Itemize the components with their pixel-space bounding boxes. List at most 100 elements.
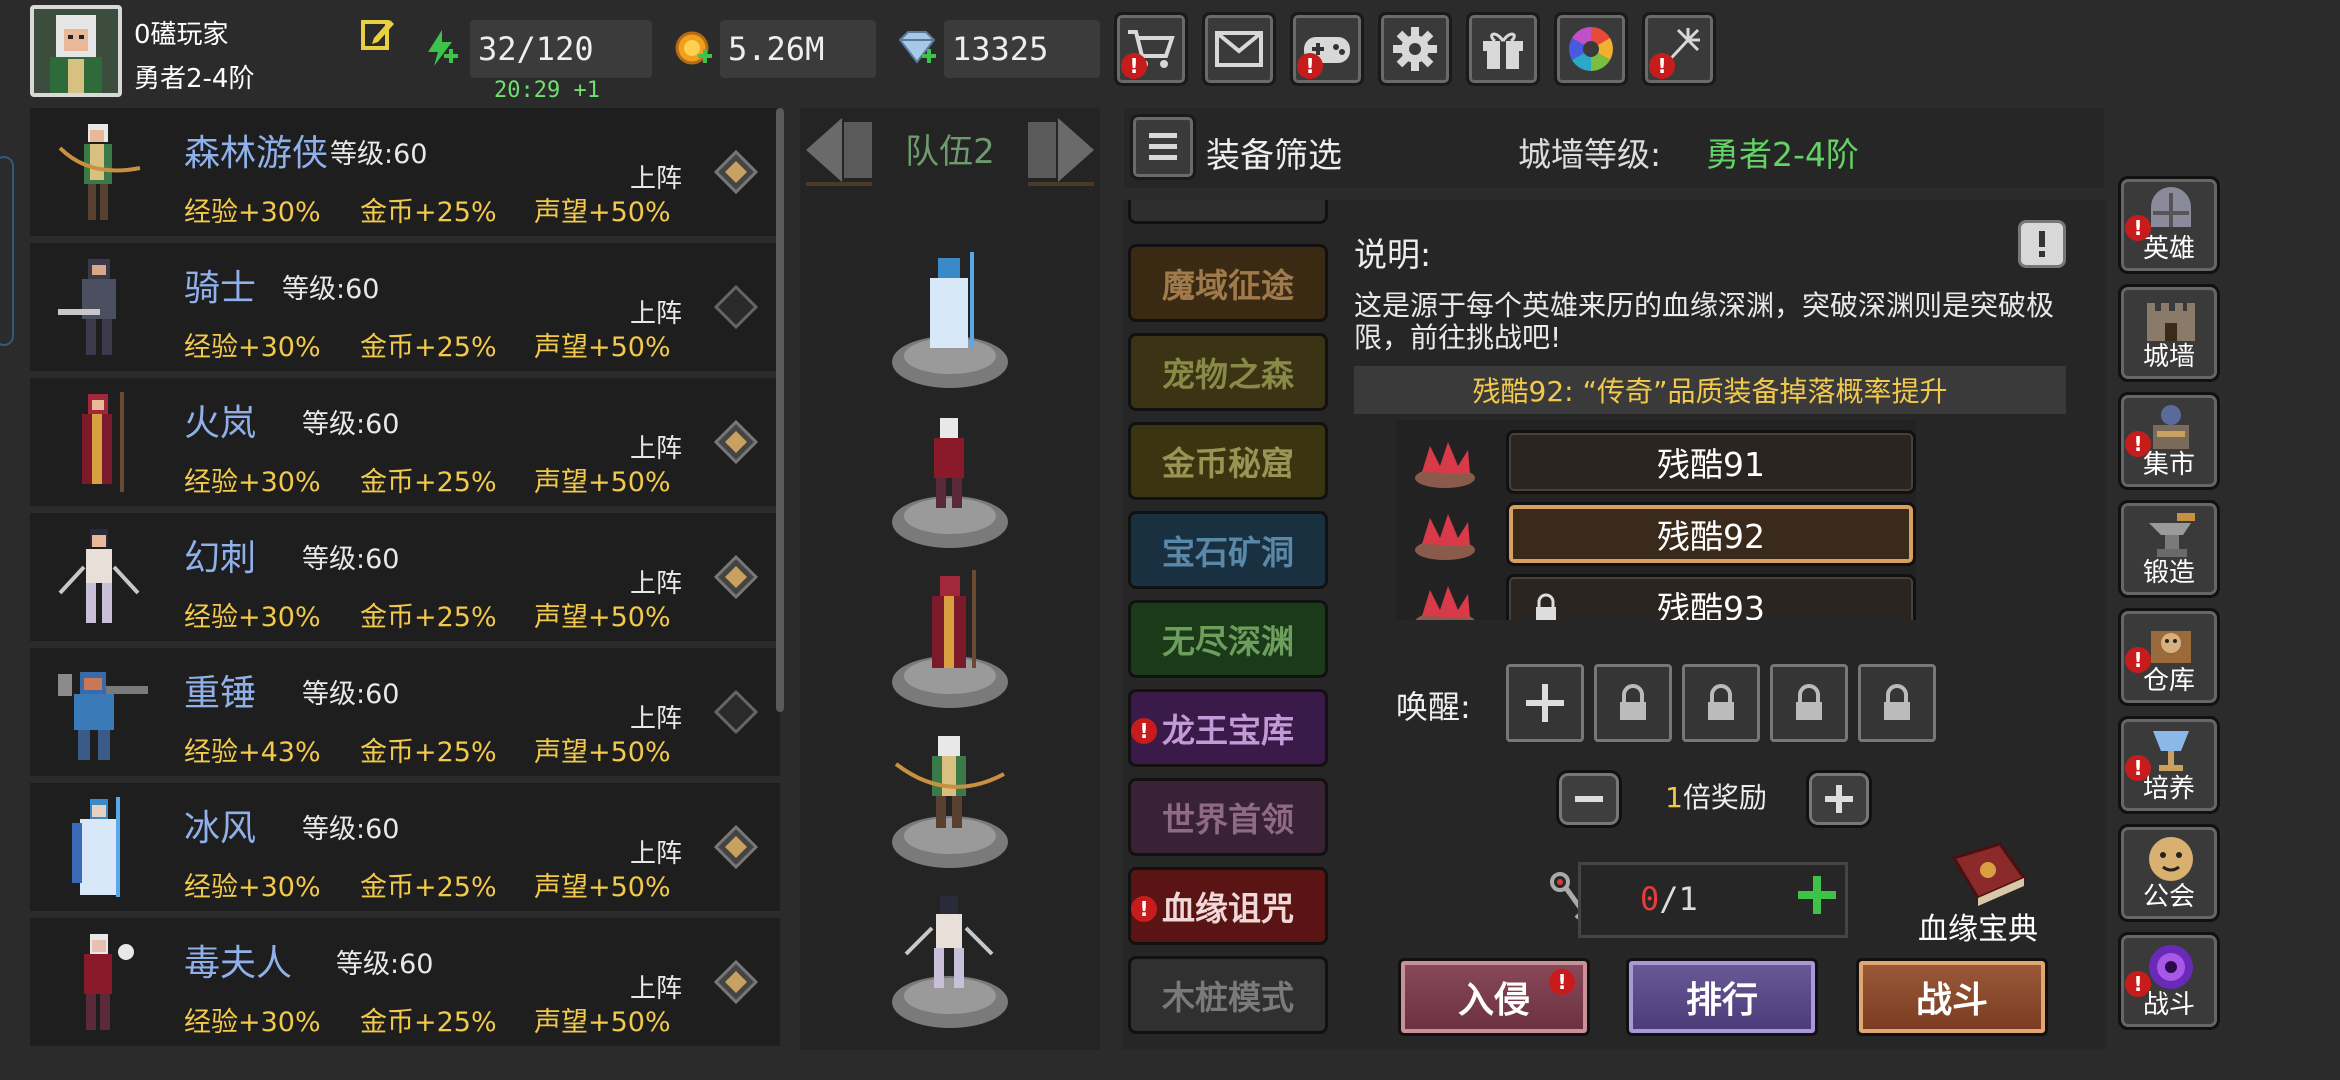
gift-button[interactable] xyxy=(1466,12,1540,86)
hero-row[interactable]: 毒夫人 等级:60 经验+30% 金币+25% 声望+50% 上阵 xyxy=(30,918,780,1046)
add-key-icon[interactable] xyxy=(1796,874,1838,916)
deploy-diamond-icon[interactable] xyxy=(714,825,758,869)
hero-row[interactable]: 森林游侠 等级:60 经验+30% 金币+25% 声望+50% 上阵 xyxy=(30,108,780,236)
hero-gold-bonus: 金币+25% xyxy=(360,602,497,633)
equipment-filter-button[interactable] xyxy=(1130,114,1196,180)
awaken-slot-locked[interactable] xyxy=(1682,664,1760,742)
hero-sprite-assassin xyxy=(58,529,140,623)
gem-plus-icon[interactable] xyxy=(896,28,936,68)
hero-row[interactable]: 火岚 等级:60 经验+30% 金币+25% 声望+50% 上阵 xyxy=(30,378,780,506)
hero-deploy-label: 上阵 xyxy=(630,434,683,464)
color-wheel-button[interactable] xyxy=(1554,12,1628,86)
hero-row[interactable]: 重锤 等级:60 经验+43% 金币+25% 声望+50% 上阵 xyxy=(30,648,780,776)
team-slot-ice-mage[interactable] xyxy=(888,244,1012,394)
awaken-slot-locked[interactable] xyxy=(1594,664,1672,742)
deploy-diamond-icon[interactable] xyxy=(714,690,758,734)
equipment-filter-label[interactable]: 装备筛选 xyxy=(1206,128,1342,177)
hero-sprite-fire-mage xyxy=(82,392,124,492)
hero-level: 等级:60 xyxy=(302,814,400,845)
gamepad-button[interactable]: ! xyxy=(1290,12,1364,86)
sidebar-warehouse[interactable]: 仓库 ! xyxy=(2118,608,2220,706)
difficulty-button[interactable]: 残酷91 xyxy=(1506,430,1916,494)
gold-plus-icon[interactable] xyxy=(674,28,714,68)
sidebar-heroes[interactable]: 英雄 ! xyxy=(2118,176,2220,274)
team-slot-ranger[interactable] xyxy=(888,724,1012,874)
stamina-plus-icon[interactable] xyxy=(420,28,460,68)
difficulty-row[interactable]: 残酷93 xyxy=(1396,570,1916,620)
team-prev-arrow-icon[interactable] xyxy=(802,112,880,188)
fireworks-button[interactable]: ! xyxy=(1642,12,1716,86)
difficulty-button-locked[interactable]: 残酷93 xyxy=(1506,574,1916,620)
bloodline-book-label[interactable]: 血缘宝典 xyxy=(1918,904,2038,948)
sidebar-training[interactable]: 培养 ! xyxy=(2118,716,2220,814)
reward-multiplier: 1倍奖励 xyxy=(1665,781,1767,814)
awaken-slot-add[interactable] xyxy=(1506,664,1584,742)
edit-name-icon[interactable] xyxy=(360,16,396,52)
hero-row[interactable]: 骑士 等级:60 经验+30% 金币+25% 声望+50% 上阵 xyxy=(30,243,780,371)
settings-button[interactable] xyxy=(1378,12,1452,86)
plus-icon xyxy=(1825,785,1853,813)
battle-button[interactable]: 战斗 xyxy=(1856,958,2048,1036)
hero-list-scrollbar[interactable] xyxy=(776,108,784,712)
key-count: 0/1 xyxy=(1640,880,1698,918)
invade-button[interactable]: 入侵 ! xyxy=(1398,958,1590,1036)
mode-button[interactable]: 无尽深渊 xyxy=(1128,600,1328,678)
mode-button[interactable]: 宝石矿洞 xyxy=(1128,511,1328,589)
deploy-diamond-icon[interactable] xyxy=(714,150,758,194)
reward-increase-button[interactable] xyxy=(1806,770,1872,828)
mode-button[interactable]: 金币秘窟 xyxy=(1128,422,1328,500)
gem-value: 13325 xyxy=(944,20,1100,78)
mode-button[interactable]: 魔域征途 xyxy=(1128,244,1328,322)
hero-row[interactable]: 幻刺 等级:60 经验+30% 金币+25% 声望+50% 上阵 xyxy=(30,513,780,641)
left-edge-tab[interactable] xyxy=(0,156,14,346)
mode-button[interactable]: 血缘诅咒! xyxy=(1128,867,1328,945)
mode-button[interactable]: 世界首领 xyxy=(1128,778,1328,856)
team-slot-assassin[interactable] xyxy=(888,884,1012,1034)
description-title: 说明: xyxy=(1354,235,1432,274)
bloodline-book-icon[interactable] xyxy=(1948,838,2028,908)
difficulty-row[interactable]: 残酷92 xyxy=(1396,498,1916,570)
reward-decrease-button[interactable] xyxy=(1556,770,1622,828)
sidebar-alert-badge: ! xyxy=(2125,431,2151,457)
info-button[interactable] xyxy=(2018,220,2066,268)
hero-name: 森林游侠 xyxy=(184,133,329,174)
awaken-slot-locked[interactable] xyxy=(1770,664,1848,742)
hero-row[interactable]: 冰风 等级:60 经验+30% 金币+25% 声望+50% 上阵 xyxy=(30,783,780,911)
ranking-button[interactable]: 排行 xyxy=(1626,958,1818,1036)
deploy-diamond-icon[interactable] xyxy=(714,555,758,599)
sidebar-forge[interactable]: 锻造 xyxy=(2118,500,2220,598)
difficulty-row[interactable]: 残酷91 xyxy=(1396,426,1916,498)
sidebar-battle[interactable]: 战斗 ! xyxy=(2118,932,2220,1030)
hero-list[interactable]: 森林游侠 等级:60 经验+30% 金币+25% 声望+50% 上阵 骑士 等级… xyxy=(30,108,780,1050)
lock-icon xyxy=(1536,593,1556,620)
menu-icon xyxy=(1149,133,1177,160)
hero-deploy-label: 上阵 xyxy=(630,974,683,1004)
awaken-slot-locked[interactable] xyxy=(1858,664,1936,742)
gift-icon xyxy=(1483,32,1523,69)
blood-crystal-icon xyxy=(1415,586,1475,620)
mail-button[interactable] xyxy=(1202,12,1276,86)
player-avatar[interactable] xyxy=(30,5,122,97)
deploy-diamond-icon[interactable] xyxy=(714,960,758,1004)
team-slot-fire-mage[interactable] xyxy=(888,564,1012,714)
deploy-diamond-icon[interactable] xyxy=(714,285,758,329)
team-slot-poison-lady[interactable] xyxy=(888,404,1012,554)
sidebar-wall[interactable]: 城墙 xyxy=(2118,284,2220,382)
sidebar-alert-badge: ! xyxy=(2125,755,2151,781)
mode-button[interactable]: 龙王宝库! xyxy=(1128,689,1328,767)
shop-button[interactable]: ! xyxy=(1114,12,1188,86)
hero-name: 重锤 xyxy=(184,673,257,714)
lock-icon xyxy=(1620,684,1646,720)
hero-sprite-ice-mage xyxy=(72,797,120,897)
mode-button[interactable]: 宠物之森 xyxy=(1128,333,1328,411)
sidebar-guild[interactable]: 公会 xyxy=(2118,824,2220,922)
hero-name: 毒夫人 xyxy=(184,943,293,984)
mode-button-partial[interactable] xyxy=(1128,200,1328,224)
sidebar-market[interactable]: 集市 ! xyxy=(2118,392,2220,490)
difficulty-button-selected[interactable]: 残酷92 xyxy=(1506,502,1916,566)
deploy-diamond-icon[interactable] xyxy=(714,420,758,464)
mode-button[interactable]: 木桩模式 xyxy=(1128,956,1328,1034)
mode-list[interactable]: 魔域征途 宠物之森 金币秘窟 宝石矿洞 无尽深渊 龙王宝库! 世界首领 血缘诅咒… xyxy=(1124,200,1338,1050)
difficulty-list[interactable]: 残酷91 残酷92 残酷93 xyxy=(1396,420,1916,620)
team-next-arrow-icon[interactable] xyxy=(1020,112,1098,188)
